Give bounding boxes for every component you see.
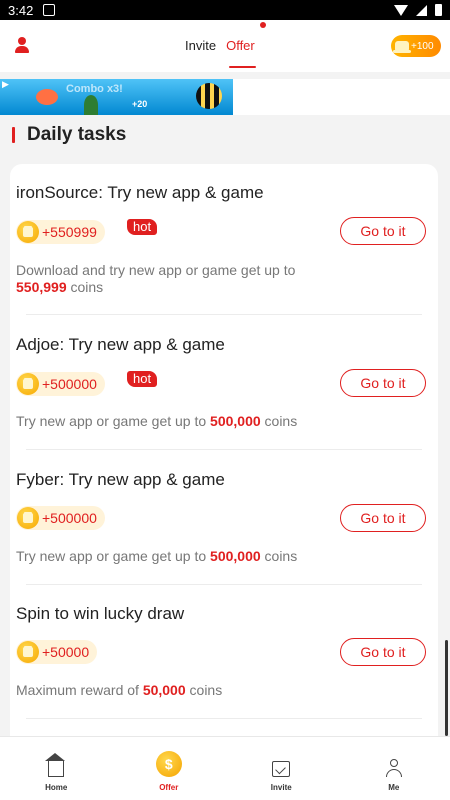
- coin-icon: [17, 221, 39, 243]
- task-description: Try new app or game get up to 500,000 co…: [16, 548, 346, 565]
- reward-badge: +500000: [16, 372, 105, 396]
- reward-badge: +500000: [16, 506, 105, 530]
- task-item-adjoe: Adjoe: Try new app & game +500000 hot Go…: [16, 335, 426, 429]
- hot-badge: hot: [127, 371, 158, 387]
- section-header: Daily tasks: [12, 124, 126, 146]
- desc-prefix: Try new app or game get up to: [16, 548, 211, 564]
- nav-me-label: Me: [388, 783, 400, 792]
- section-title: Daily tasks: [27, 124, 127, 145]
- divider: [26, 314, 422, 315]
- reward-amount: +50000: [42, 644, 90, 660]
- reward-amount: +500000: [42, 510, 97, 526]
- tab-invite[interactable]: Invite: [180, 20, 221, 72]
- banner-plus-text: +20: [132, 99, 148, 109]
- task-title: Fyber: Try new app & game: [16, 470, 225, 489]
- desc-highlight: 500,000: [210, 413, 261, 429]
- desc-highlight: 500,000: [210, 548, 261, 564]
- nav-me[interactable]: Me: [338, 737, 450, 800]
- banner-combo-text: Combo x3!: [66, 83, 123, 95]
- reward-amount: +500000: [42, 376, 97, 392]
- person-icon: [385, 759, 403, 777]
- reward-badge: +50000: [16, 640, 98, 664]
- task-title: Spin to win lucky draw: [16, 604, 185, 623]
- top-tabs: Invite Offer: [180, 20, 260, 72]
- nav-home[interactable]: Home: [0, 737, 113, 800]
- desc-prefix: Maximum reward of: [16, 682, 143, 698]
- section-accent-bar: [12, 127, 15, 143]
- status-time: 3:42: [8, 2, 34, 18]
- top-header: Invite Offer +100: [0, 20, 450, 72]
- task-title: Adjoe: Try new app & game: [16, 335, 225, 354]
- task-item-ironsource: ironSource: Try new app & game +550999 h…: [16, 183, 426, 295]
- signal-icon: [416, 4, 427, 16]
- coin-balance-label: +100: [411, 40, 434, 52]
- nav-offer-label: Offer: [159, 783, 179, 792]
- task-item-spin: Spin to win lucky draw +50000 Go to it M…: [16, 604, 426, 698]
- reward-amount: +550999: [42, 224, 97, 240]
- home-icon: [45, 753, 66, 777]
- desc-suffix: coins: [185, 682, 223, 698]
- nav-invite-label: Invite: [270, 783, 292, 792]
- coin-icon: [17, 507, 39, 529]
- status-icons: [394, 4, 442, 16]
- mail-icon: [272, 761, 291, 777]
- desc-prefix: Download and try new app or game get up …: [16, 262, 296, 278]
- divider: [26, 718, 422, 719]
- go-to-it-button[interactable]: Go to it: [340, 504, 426, 532]
- fish-image: [36, 89, 58, 105]
- tab-offer[interactable]: Offer: [221, 20, 260, 72]
- status-bar: 3:42: [0, 0, 450, 20]
- coin-stack-icon: [393, 41, 411, 53]
- reward-badge: +550999: [16, 220, 105, 244]
- desc-suffix: coins: [260, 548, 298, 564]
- banner-empty-area: [233, 79, 450, 115]
- divider: [26, 584, 422, 585]
- desc-highlight: 550,999: [16, 279, 67, 295]
- notification-dot: [260, 22, 266, 28]
- divider: [26, 449, 422, 450]
- offer-coin-icon: $: [155, 751, 182, 777]
- wifi-icon: [394, 4, 408, 16]
- striped-fish-image: [196, 83, 222, 109]
- plant-image: [84, 95, 98, 115]
- hot-badge: hot: [127, 219, 158, 235]
- task-description: Download and try new app or game get up …: [16, 262, 316, 296]
- desc-suffix: coins: [260, 413, 298, 429]
- user-icon[interactable]: [14, 37, 30, 53]
- battery-icon: [435, 4, 442, 16]
- coin-icon: [17, 373, 39, 395]
- nav-home-label: Home: [45, 783, 68, 792]
- scrollbar[interactable]: [445, 640, 448, 736]
- go-to-it-button[interactable]: Go to it: [340, 369, 426, 397]
- notification-icon: [43, 4, 56, 16]
- coin-icon: [17, 641, 39, 663]
- task-description: Try new app or game get up to 500,000 co…: [16, 413, 346, 430]
- desc-highlight: 50,000: [142, 682, 186, 698]
- task-title: ironSource: Try new app & game: [16, 183, 264, 202]
- bottom-nav: Home $ Offer Invite Me: [0, 736, 450, 800]
- desc-prefix: Try new app or game get up to: [16, 413, 211, 429]
- task-description: Maximum reward of 50,000 coins: [16, 682, 346, 699]
- go-to-it-button[interactable]: Go to it: [340, 638, 426, 666]
- nav-invite[interactable]: Invite: [225, 737, 338, 800]
- ad-info-icon: ▶: [2, 79, 9, 89]
- nav-offer[interactable]: $ Offer: [113, 737, 226, 800]
- coin-balance-button[interactable]: +100: [391, 35, 441, 57]
- task-item-fyber: Fyber: Try new app & game +500000 Go to …: [16, 470, 426, 564]
- go-to-it-button[interactable]: Go to it: [340, 217, 426, 245]
- ad-banner[interactable]: ▶ Combo x3! +20: [0, 79, 233, 115]
- desc-suffix: coins: [66, 279, 104, 295]
